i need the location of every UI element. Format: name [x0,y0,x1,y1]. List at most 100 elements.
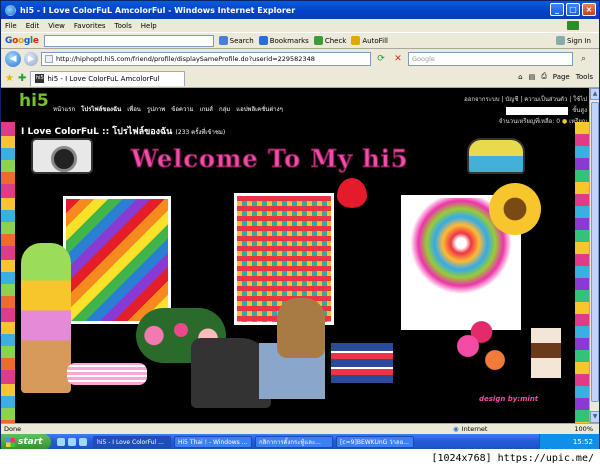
nav-photos[interactable]: รูปภาพ [147,104,165,114]
address-bar[interactable]: http://hiphoptl.hi5.com/friend/profile/d… [41,52,371,66]
page-favicon [45,55,53,63]
books-graphic [331,343,393,383]
watermark-bar: [1024x768] https://upic.me/ [0,449,600,469]
teddy-bear-graphic [277,298,325,358]
decorative-border-left [1,122,15,423]
advanced-search-link[interactable]: ขั้นสูง [572,107,587,114]
zone-label: Internet [461,425,488,433]
rainbow-socks-photo [63,196,171,324]
wrench-icon [556,36,565,45]
task-thai-post[interactable]: กลิกาการตั้งกระทู้และ... [255,436,333,448]
nav-messages[interactable]: ข้อความ [171,104,193,114]
forward-button[interactable]: ▶ [24,52,38,66]
stop-button[interactable]: ✕ [391,52,405,66]
watermark-text: [1024x768] https://upic.me/ [431,453,594,464]
browser-window: hi5 - I Love ColorFuL AmcolorFul - Windo… [0,0,600,469]
window-title: hi5 - I Love ColorFuL AmcolorFul - Windo… [20,5,296,15]
quick-launch [57,438,87,446]
menu-tools[interactable]: Tools [115,22,132,30]
google-search-input[interactable] [43,34,214,47]
profile-title: I Love ColorFuL :: โปรไฟล์ของฉัน (233 คร… [21,124,225,138]
account-links[interactable]: ออกจากระบบ | บัญชี | ความเป็นส่วนตัว | ใ… [464,94,587,105]
search-icon[interactable]: ⌕ [581,54,586,64]
maximize-button[interactable]: □ [566,3,580,16]
scroll-down-arrow[interactable]: ▼ [590,411,599,423]
profile-title-text: I Love ColorFuL :: โปรไฟล์ของฉัน [21,127,173,137]
menu-edit[interactable]: Edit [26,22,40,30]
menu-favorites[interactable]: Favorites [74,22,106,30]
camera-graphic [31,138,93,174]
hi5-nav: หน้าแรก โปรไฟล์ของฉัน เพื่อน รูปภาพ ข้อค… [53,104,283,114]
star-icon [258,36,268,45]
profile-views: (233 ครั้งที่เข้าชม) [175,129,226,136]
quicklaunch-ie-icon[interactable] [57,438,65,446]
strawberry-graphic [337,178,367,208]
signin-label: Sign In [567,36,591,45]
nav-groups[interactable]: กลุ่ม [219,104,230,114]
refresh-button[interactable]: ⟳ [374,52,388,66]
autofill-button[interactable]: AutoFill [351,36,388,45]
check-button[interactable]: Check [313,36,346,45]
windows-flag-icon [567,21,579,30]
autofill-label: AutoFill [362,36,388,45]
minimize-button[interactable]: _ [550,3,564,16]
spellcheck-icon [313,36,323,45]
print-icon[interactable]: ⎙ [541,72,547,81]
scroll-thumb[interactable] [591,102,599,402]
menu-help[interactable]: Help [141,22,157,30]
google-toolbar: Google Search Bookmarks Check AutoFill S… [1,32,599,49]
task-hi5-thai[interactable]: Hi5 Thai ! - Windows ... [174,436,252,448]
tab-row: ★ ✚ hi5 hi5 - I Love ColorFuL AmcolorFul… [1,69,599,88]
google-search-button[interactable]: Search [218,36,254,45]
nav-games[interactable]: เกมส์ [200,104,213,114]
menu-view[interactable]: View [48,22,65,30]
menu-file[interactable]: File [5,22,17,30]
page-menu[interactable]: Page [553,73,570,81]
system-tray: 15:52 [539,434,599,450]
home-icon[interactable]: ⌂ [518,73,522,81]
hi5-search-input[interactable] [506,106,569,115]
tab-hi5[interactable]: hi5 hi5 - I Love ColorFuL AmcolorFul [30,70,186,86]
task-bewkung[interactable]: [c=9]BEWKUnG ว่าลอ... [336,436,414,448]
windows-logo-icon [6,437,15,447]
bookmarks-button[interactable]: Bookmarks [258,36,309,45]
start-label: start [18,437,43,447]
feeds-icon[interactable]: ▤ [529,73,536,81]
ie-icon [5,4,16,16]
nav-home[interactable]: หน้าแรก [53,104,75,114]
nav-apps[interactable]: แอปพลิเคชั่นต่างๆ [236,104,283,114]
design-credit: design by:mint [479,395,539,403]
signin-button[interactable]: Sign In [556,36,591,45]
nav-friends[interactable]: เพื่อน [127,104,141,114]
tray-clock: 15:52 [572,438,593,446]
sunflower-graphic [489,183,541,235]
vertical-scrollbar[interactable]: ▲ ▼ [589,88,599,423]
van-graphic [467,138,525,174]
nav-profile[interactable]: โปรไฟล์ของฉัน [81,104,121,114]
task-hi5[interactable]: hi5 - I Love ColorFul ... [93,436,171,448]
quicklaunch-desktop-icon[interactable] [79,438,87,446]
scroll-up-arrow[interactable]: ▲ [590,88,599,100]
back-button[interactable]: ◀ [5,51,21,67]
hi5-header: hi5 หน้าแรก โปรไฟล์ของฉัน เพื่อน รูปภาพ … [1,88,599,125]
live-search-placeholder: Google [412,55,435,63]
favorites-star-icon[interactable]: ★ [5,73,14,84]
status-text: Done [4,425,22,433]
zoom-level[interactable]: 100% [574,425,593,433]
quicklaunch-media-icon[interactable] [68,438,76,446]
coin-icon: ● [561,118,568,125]
web-page: hi5 หน้าแรก โปรไฟล์ของฉัน เพื่อน รูปภาพ … [1,88,599,423]
tools-menu[interactable]: Tools [576,73,593,81]
hi5-logo[interactable]: hi5 [19,91,49,111]
google-search-label: Search [229,36,254,45]
tab-label: hi5 - I Love ColorFuL AmcolorFul [47,74,160,83]
address-row: ◀ ▶ http://hiphoptl.hi5.com/friend/profi… [1,49,599,69]
google-logo: Google [5,35,39,46]
live-search-input[interactable]: Google ⌕ [408,52,586,66]
start-button[interactable]: start [1,434,51,450]
close-button[interactable]: × [582,3,596,16]
menu-bar: File Edit View Favorites Tools Help [1,19,599,32]
pink-flowers-graphic [441,318,531,388]
add-favorites-icon[interactable]: ✚ [18,73,26,84]
chocolate-graphic [531,328,561,378]
